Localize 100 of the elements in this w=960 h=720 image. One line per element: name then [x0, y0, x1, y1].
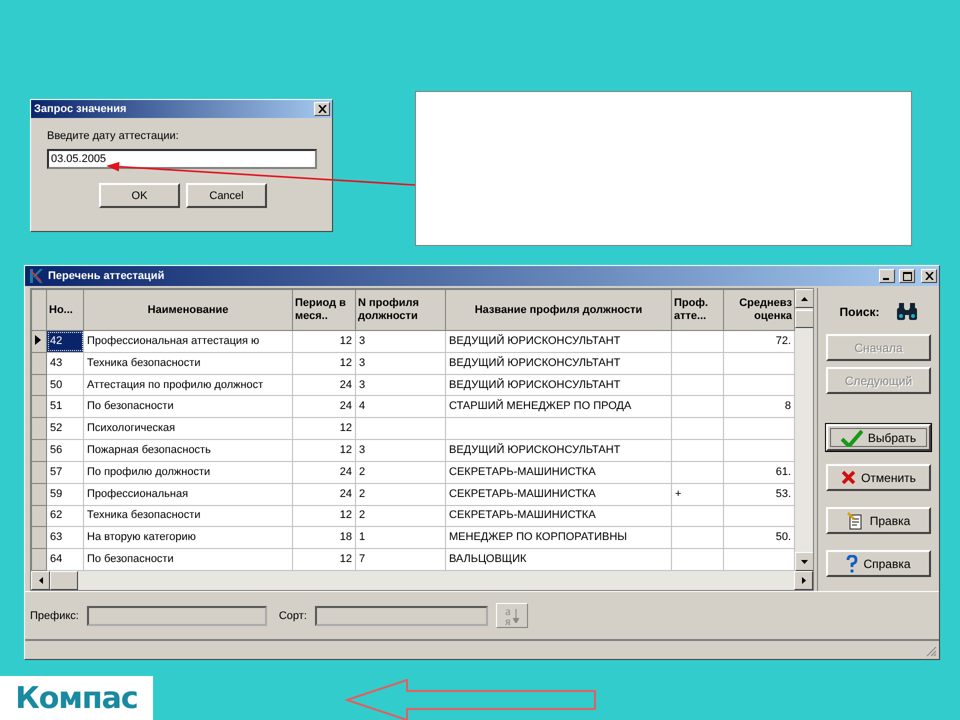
table-cell: 24: [292, 461, 356, 484]
close-button[interactable]: [921, 269, 937, 283]
scroll-left-button[interactable]: [31, 571, 50, 590]
scroll-up-button[interactable]: [795, 289, 813, 308]
table-cell: [672, 352, 724, 374]
table-cell: 12: [292, 330, 356, 352]
action-button[interactable]: Выбрать: [826, 424, 931, 451]
table-cell: 57: [46, 461, 84, 484]
window-title: Запрос значения: [34, 103, 128, 115]
scroll-thumb[interactable]: [50, 571, 78, 590]
table-cell: Профессиональная: [84, 483, 292, 505]
table-cell: 43: [46, 352, 84, 374]
table-cell: ВЕДУЩИЙ ЮРИСКОНСУЛЬТАНТ: [446, 374, 672, 396]
check-icon: [840, 428, 863, 446]
row-indicator[interactable]: [32, 330, 46, 352]
close-icon: [924, 272, 934, 280]
table-cell: СЕКРЕТАРЬ-МАШИНИСТКА: [446, 505, 672, 527]
cross-icon: [841, 470, 856, 485]
scroll-right-button[interactable]: [794, 571, 813, 590]
window-title: Перечень аттестаций: [48, 270, 166, 282]
close-icon: [318, 105, 326, 113]
table-cell: СТАРШИЙ МЕНЕДЖЕР ПО ПРОДА: [446, 396, 672, 418]
sort-label: Сорт:: [278, 610, 307, 622]
table-cell: 2: [356, 505, 446, 527]
table-cell: По профилю должности: [84, 461, 292, 484]
ok-button[interactable]: OK: [99, 183, 180, 208]
column-header[interactable]: Средневз оценка: [724, 290, 794, 330]
table-cell: СЕКРЕТАРЬ-МАШИНИСТКА: [446, 483, 672, 505]
minimize-button[interactable]: [879, 269, 895, 283]
table-cell: 24: [292, 483, 356, 505]
date-field[interactable]: 03.05.2005: [47, 149, 317, 169]
logo: Компас: [0, 676, 153, 720]
table-cell: 3: [356, 440, 446, 462]
table-cell: [672, 440, 724, 462]
column-header[interactable]: Название профиля должности: [446, 290, 672, 330]
action-button[interactable]: Правка: [826, 507, 931, 534]
table-cell: СЕКРЕТАРЬ-МАШИНИСТКА: [446, 461, 672, 484]
table-cell: На вторую категорию: [84, 526, 292, 549]
column-header[interactable]: Но...: [46, 290, 84, 330]
table-cell: [672, 461, 724, 484]
table-cell: 3: [356, 352, 446, 374]
down-arrow-icon: [801, 560, 808, 564]
cancel-button[interactable]: Cancel: [186, 183, 267, 208]
binoculars-icon[interactable]: [896, 302, 918, 322]
column-header[interactable]: N профиля должности: [356, 290, 446, 330]
table-cell: [672, 396, 724, 418]
table-cell: 12: [292, 440, 356, 462]
column-header[interactable]: Период в меся..: [292, 290, 356, 330]
table-cell: [672, 374, 724, 396]
close-button[interactable]: [314, 102, 330, 116]
scroll-thumb[interactable]: [795, 310, 813, 328]
vertical-scrollbar[interactable]: [795, 289, 813, 571]
resize-grip-icon[interactable]: [925, 645, 937, 657]
scroll-down-button[interactable]: [795, 552, 813, 571]
table-cell: 3: [356, 330, 446, 352]
table-cell: 50: [46, 374, 84, 396]
action-button[interactable]: Справка: [826, 550, 931, 577]
table-cell: 59: [46, 483, 84, 505]
table-cell: 63: [46, 526, 84, 549]
up-arrow-icon: [801, 296, 808, 300]
field-label: Введите дату аттестации:: [47, 130, 180, 142]
table-cell: +: [672, 483, 724, 505]
app-icon: [28, 268, 44, 284]
table-cell: 42: [46, 330, 84, 352]
table-cell: 56: [46, 440, 84, 462]
table-cell: 24: [292, 396, 356, 418]
action-button[interactable]: Отменить: [826, 464, 931, 491]
search-label: Поиск:: [839, 305, 880, 319]
table-cell: 1: [356, 526, 446, 549]
table-cell: ВЕДУЩИЙ ЮРИСКОНСУЛЬТАНТ: [446, 352, 672, 374]
down-arrow-icon: [512, 608, 519, 622]
table-cell: ВЕДУЩИЙ ЮРИСКОНСУЛЬТАНТ: [446, 330, 672, 352]
table-cell: По безопасности: [84, 396, 292, 418]
table-cell: 18: [292, 526, 356, 549]
table-cell: Техника безопасности: [84, 505, 292, 527]
table-cell: 12: [292, 505, 356, 527]
table-cell: Пожарная безопасность: [84, 440, 292, 462]
table-cell: ВЕДУЩИЙ ЮРИСКОНСУЛЬТАНТ: [446, 440, 672, 462]
table-cell: 3: [356, 374, 446, 396]
horizontal-scrollbar[interactable]: [31, 571, 813, 590]
table-cell: [672, 505, 724, 527]
prefix-label: Префикс:: [30, 610, 79, 622]
column-header[interactable]: Наименование: [84, 290, 292, 330]
sort-field[interactable]: [314, 606, 488, 626]
table-cell: [672, 330, 724, 352]
table-cell: Аттестация по профилю должност: [84, 374, 292, 396]
table-cell: 4: [356, 396, 446, 418]
table-cell: Психологическая: [84, 418, 292, 440]
prefix-field[interactable]: [86, 606, 267, 626]
table-cell: [672, 418, 724, 440]
maximize-icon: [902, 272, 912, 280]
column-header[interactable]: Проф. атте...: [672, 290, 724, 330]
table-cell: 51: [46, 396, 84, 418]
maximize-button[interactable]: [899, 269, 915, 283]
table-cell: [672, 526, 724, 549]
table-cell: 12: [292, 418, 356, 440]
table-cell: Техника безопасности: [84, 352, 292, 374]
table-cell: 2: [356, 461, 446, 484]
question-icon: [846, 554, 858, 572]
table-cell: 62: [46, 505, 84, 527]
